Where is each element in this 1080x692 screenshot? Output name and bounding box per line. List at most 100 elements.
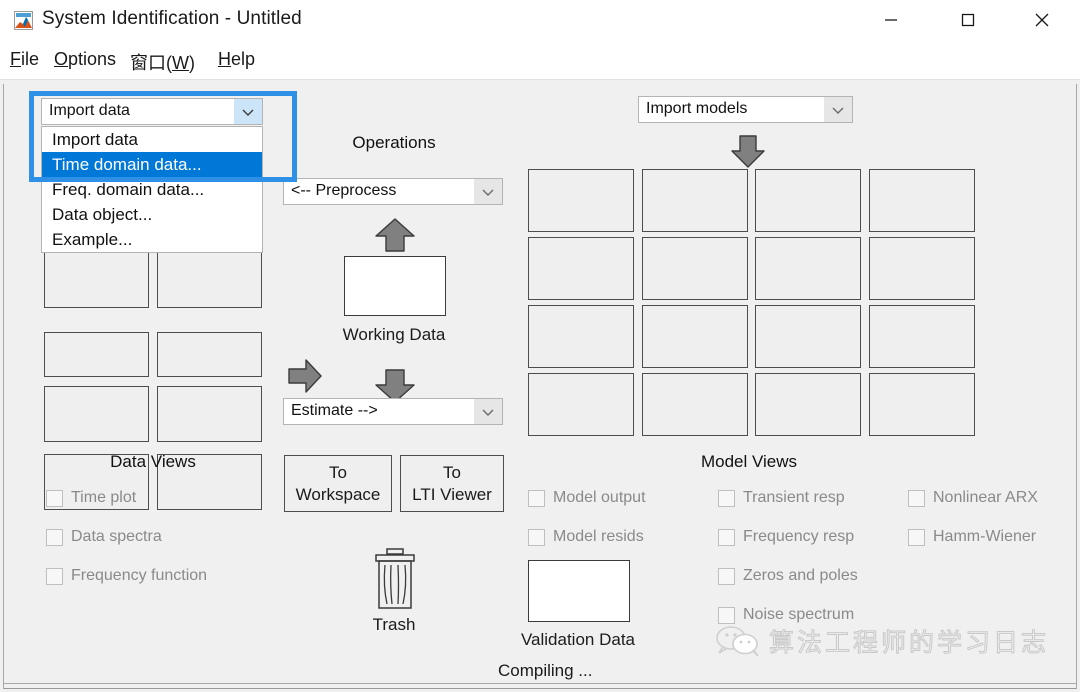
model-cell-2-3[interactable]: [869, 305, 975, 368]
import-data-combo[interactable]: Import data: [41, 98, 263, 125]
dropdown-option-time-domain-data[interactable]: Time domain data...: [42, 152, 262, 177]
trash-icon[interactable]: [371, 548, 419, 610]
maximize-icon: [961, 13, 975, 27]
checkbox-noise-spectrum[interactable]: Noise spectrum: [718, 606, 854, 624]
to-workspace-line2: Workspace: [295, 484, 381, 504]
checkbox-box[interactable]: [46, 528, 63, 546]
menu-separator: [0, 79, 1080, 80]
model-cell-0-2[interactable]: [755, 169, 861, 232]
checkbox-box[interactable]: [718, 528, 735, 546]
estimate-combo-value: Estimate -->: [291, 402, 378, 419]
model-cell-3-1[interactable]: [642, 373, 748, 436]
checkbox-label: Model output: [553, 489, 646, 506]
model-cell-3-3[interactable]: [869, 373, 975, 436]
system-identification-window: System Identification - Untitled File Op…: [0, 0, 1080, 692]
maximize-button[interactable]: [945, 0, 991, 40]
checkbox-model-output[interactable]: Model output: [528, 489, 646, 507]
model-cell-3-0[interactable]: [528, 373, 634, 436]
checkbox-nonlinear-arx[interactable]: Nonlinear ARX: [908, 489, 1038, 507]
watermark: 算法工程师的学习日志: [714, 623, 1049, 659]
data-cell-2-1[interactable]: [157, 386, 262, 442]
to-lti-viewer-line1: To: [443, 463, 461, 483]
checkbox-box[interactable]: [718, 606, 735, 624]
model-views-title: Model Views: [700, 452, 798, 471]
checkbox-time-plot[interactable]: Time plot: [46, 489, 136, 507]
menu-bar: File Options 窗口(W) Help: [0, 40, 1080, 80]
status-text: Compiling ...: [498, 661, 593, 680]
estimate-combo[interactable]: Estimate -->: [283, 398, 503, 425]
chevron-down-icon[interactable]: [474, 179, 502, 204]
data-cell-0-1[interactable]: [157, 251, 262, 308]
model-cell-2-1[interactable]: [642, 305, 748, 368]
preprocess-combo[interactable]: <-- Preprocess: [283, 178, 503, 205]
menu-help[interactable]: Help: [218, 49, 255, 70]
checkbox-box[interactable]: [718, 567, 735, 585]
trash-label: Trash: [372, 615, 416, 634]
preprocess-combo-value: <-- Preprocess: [291, 182, 397, 199]
checkbox-label: Data spectra: [71, 528, 162, 545]
working-data-label: Working Data: [342, 325, 446, 344]
model-cell-3-2[interactable]: [755, 373, 861, 436]
checkbox-box[interactable]: [908, 489, 925, 507]
data-cell-2-0[interactable]: [44, 386, 149, 442]
checkbox-box[interactable]: [528, 489, 545, 507]
checkbox-label: Hamm-Wiener: [933, 528, 1037, 545]
checkbox-box[interactable]: [718, 489, 735, 507]
model-cell-1-1[interactable]: [642, 237, 748, 300]
model-cell-2-2[interactable]: [755, 305, 861, 368]
close-button[interactable]: [1019, 0, 1065, 40]
import-data-dropdown-list[interactable]: Import data Time domain data... Freq. do…: [41, 126, 263, 253]
dropdown-option-data-object[interactable]: Data object...: [42, 202, 262, 227]
checkbox-frequency-resp[interactable]: Frequency resp: [718, 528, 854, 546]
checkbox-hamm-wiener[interactable]: Hamm-Wiener: [908, 528, 1036, 546]
data-cell-0-0[interactable]: [44, 251, 149, 308]
menu-window[interactable]: 窗口(W): [130, 49, 195, 75]
checkbox-transient-resp[interactable]: Transient resp: [718, 489, 845, 507]
checkbox-frequency-function[interactable]: Frequency function: [46, 567, 207, 585]
window-title: System Identification - Untitled: [42, 8, 302, 29]
checkbox-box[interactable]: [908, 528, 925, 546]
checkbox-label: Zeros and poles: [743, 567, 858, 584]
dropdown-option-freq-domain-data[interactable]: Freq. domain data...: [42, 177, 262, 202]
model-cell-1-2[interactable]: [755, 237, 861, 300]
import-data-combo-value: Import data: [49, 102, 130, 119]
model-cell-1-3[interactable]: [869, 237, 975, 300]
checkbox-model-resids[interactable]: Model resids: [528, 528, 644, 546]
to-lti-viewer-button[interactable]: To LTI Viewer: [400, 455, 504, 512]
data-cell-1-0[interactable]: [44, 332, 149, 377]
menu-options[interactable]: Options: [54, 49, 116, 70]
matlab-icon: [14, 11, 33, 30]
model-cell-0-3[interactable]: [869, 169, 975, 232]
data-cell-1-1[interactable]: [157, 332, 262, 377]
dropdown-option-example[interactable]: Example...: [42, 227, 262, 252]
checkbox-label: Nonlinear ARX: [933, 489, 1038, 506]
model-cell-0-0[interactable]: [528, 169, 634, 232]
client-area: 算法工程师的学习日志 Import data Import data Time …: [3, 84, 1077, 684]
model-cell-1-0[interactable]: [528, 237, 634, 300]
model-cell-0-1[interactable]: [642, 169, 748, 232]
checkbox-data-spectra[interactable]: Data spectra: [46, 528, 162, 546]
minimize-icon: [885, 19, 897, 21]
menu-file[interactable]: File: [10, 49, 39, 70]
minimize-button[interactable]: [868, 0, 914, 40]
to-lti-viewer-line2: LTI Viewer: [412, 484, 492, 504]
model-cell-2-0[interactable]: [528, 305, 634, 368]
chevron-down-icon[interactable]: [474, 399, 502, 424]
chevron-down-icon[interactable]: [234, 99, 262, 124]
dropdown-option-import-data[interactable]: Import data: [42, 127, 262, 152]
checkbox-box[interactable]: [46, 567, 63, 585]
arrow-right-icon: [288, 359, 322, 393]
validation-data-box[interactable]: [528, 560, 630, 622]
checkbox-box[interactable]: [528, 528, 545, 546]
working-data-box[interactable]: [344, 256, 446, 316]
chevron-down-icon[interactable]: [824, 97, 852, 122]
close-icon: [1035, 13, 1049, 27]
checkbox-label: Noise spectrum: [743, 606, 855, 623]
checkbox-label: Model resids: [553, 528, 644, 545]
to-workspace-button[interactable]: To Workspace: [284, 455, 392, 512]
checkbox-box[interactable]: [46, 489, 63, 507]
window-bottom-border: [3, 684, 1077, 689]
title-bar: System Identification - Untitled: [0, 0, 1080, 40]
import-models-combo[interactable]: Import models: [638, 96, 853, 123]
checkbox-zeros-and-poles[interactable]: Zeros and poles: [718, 567, 858, 585]
